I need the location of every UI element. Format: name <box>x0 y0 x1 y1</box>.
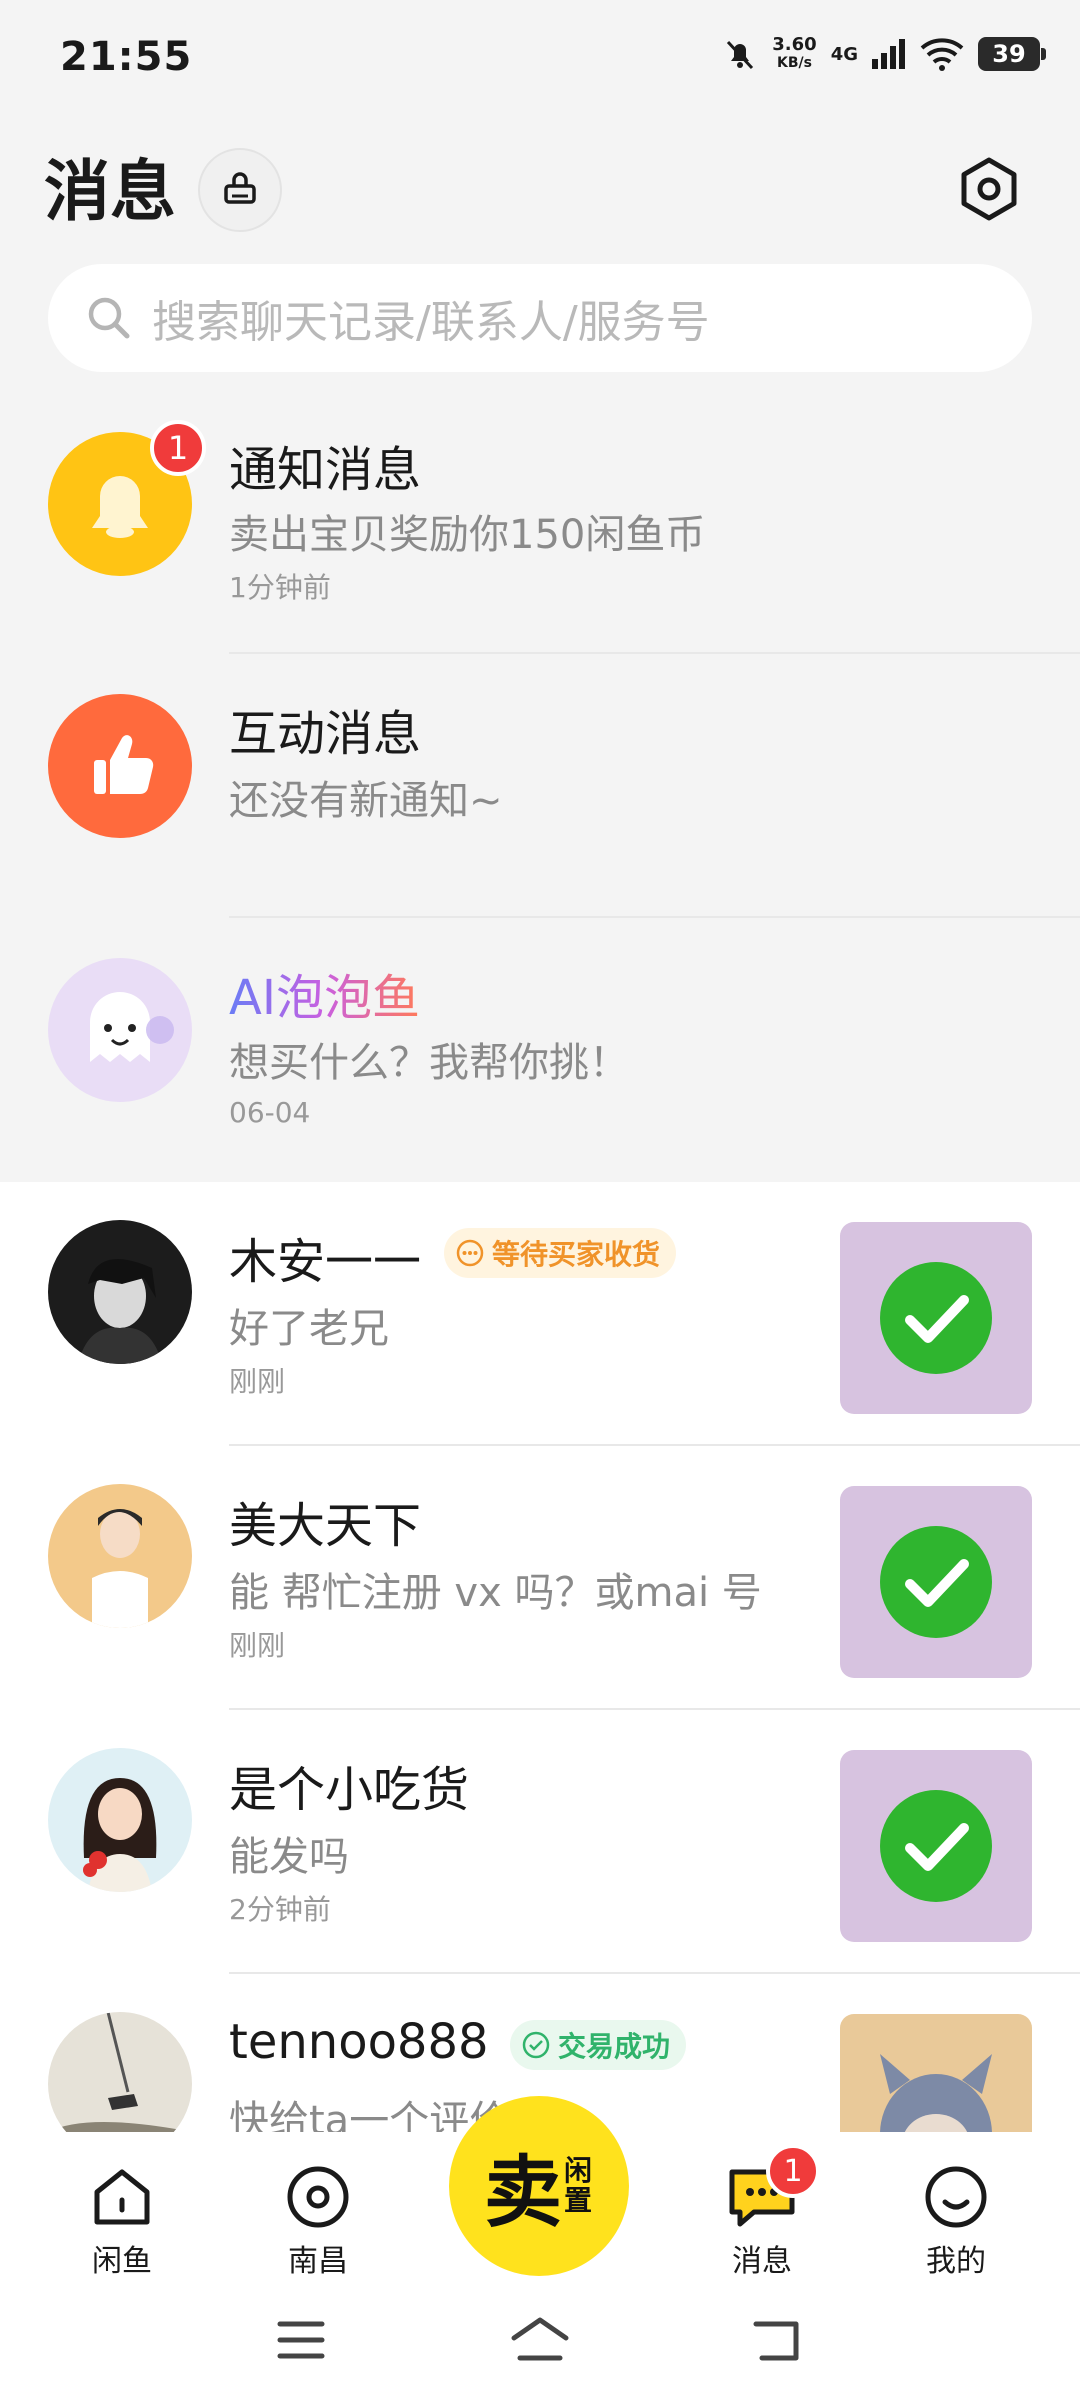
order-status-tag: 等待买家收货 <box>444 1228 677 1278</box>
nav-messages-label: 消息 <box>732 2244 792 2279</box>
row-title: 互动消息 <box>229 706 422 762</box>
anime-boy-avatar <box>78 1259 162 1364</box>
chat-row[interactable]: 木安一一 等待买家收货 好了老兄 刚刚 <box>0 1182 1080 1446</box>
smile-face-icon <box>925 2166 987 2228</box>
cartoon-cat-image <box>880 2054 992 2132</box>
signal-icon <box>872 39 905 69</box>
chat-name: 木安一一 <box>229 1234 422 1290</box>
net-speed-unit: KB/s <box>776 55 812 71</box>
user-avatar <box>48 1484 192 1628</box>
interaction-messages-row[interactable]: 互动消息 还没有新通知~ <box>0 654 1080 918</box>
cartoon-boy-avatar <box>92 1509 148 1628</box>
sell-button[interactable]: 卖 闲置 <box>449 2096 629 2276</box>
order-status-text: 交易成功 <box>558 2030 671 2063</box>
net-speed: 3.60 KB/s <box>772 36 816 72</box>
user-avatar <box>48 2012 192 2132</box>
item-thumbnail[interactable] <box>840 1750 1032 1942</box>
item-thumbnail[interactable] <box>840 2014 1032 2132</box>
sell-sub-label: 闲置 <box>564 2154 593 2217</box>
search-placeholder: 搜索聊天记录/联系人/服务号 <box>152 297 710 348</box>
network-type: 4G <box>830 43 858 65</box>
chat-message: 能 帮忙注册 vx 吗？或mai 号 <box>229 1570 762 1616</box>
broom-icon <box>224 172 256 204</box>
item-thumbnail[interactable] <box>840 1222 1032 1414</box>
nav-city-label: 南昌 <box>288 2244 348 2279</box>
status-bar: 21:55 3.60 KB/s 4G 39 <box>0 0 1080 120</box>
ai-fish-avatar <box>48 958 192 1102</box>
search-bar[interactable]: 搜索聊天记录/联系人/服务号 <box>48 264 1032 372</box>
bottom-navigation: 闲鱼 南昌 卖 闲置 消息 1 我的 <box>0 2096 1080 2282</box>
nav-messages[interactable]: 消息 1 <box>702 2144 822 2280</box>
location-icon <box>287 2166 349 2228</box>
row-title: 通知消息 <box>229 442 422 498</box>
home-system-icon[interactable] <box>510 2316 570 2364</box>
thumbs-up-icon <box>94 735 154 794</box>
sell-main-label: 卖 <box>483 2147 562 2238</box>
row-message: 想买什么？我帮你挑！ <box>229 1040 629 1086</box>
nav-mine-label: 我的 <box>926 2244 986 2279</box>
swing-photo-avatar <box>48 2012 192 2132</box>
net-speed-value: 3.60 <box>772 34 817 55</box>
chat-name: 美大天下 <box>229 1498 422 1554</box>
nav-mine[interactable]: 我的 <box>896 2162 1016 2280</box>
nav-home[interactable]: 闲鱼 <box>62 2162 182 2280</box>
item-thumbnail[interactable] <box>840 1486 1032 1678</box>
cartoon-girl-avatar <box>83 1778 157 1892</box>
gear-icon <box>961 157 1017 221</box>
chat-message: 能发吗 <box>229 1834 349 1880</box>
back-icon[interactable] <box>752 2318 804 2364</box>
ghost-fish-icon <box>90 992 174 1062</box>
nav-city[interactable]: 南昌 <box>258 2162 378 2280</box>
chat-name: tennoo888 <box>229 2014 489 2070</box>
chat-message: 好了老兄 <box>229 1306 389 1352</box>
row-time: 06-04 <box>229 1096 311 1129</box>
menu-icon[interactable] <box>276 2318 326 2362</box>
chat-message: 快给ta一个评价 <box>229 2098 510 2132</box>
chat-time: 刚刚 <box>229 1365 286 1398</box>
row-message: 卖出宝贝奖励你150闲鱼币 <box>229 512 706 558</box>
user-avatar <box>48 1748 192 1892</box>
check-circle-icon <box>880 1262 992 1374</box>
row-message: 还没有新通知~ <box>229 778 503 824</box>
interaction-avatar <box>48 694 192 838</box>
header: 消息 <box>0 120 1080 260</box>
mute-bell-icon <box>727 40 754 70</box>
check-circle-icon <box>880 1790 992 1902</box>
notification-messages-row[interactable]: 1 通知消息 卖出宝贝奖励你150闲鱼币 1分钟前 <box>0 390 1080 654</box>
home-icon <box>94 2169 150 2225</box>
user-avatar <box>48 1220 192 1364</box>
page-title: 消息 <box>44 153 176 230</box>
settings-button[interactable] <box>946 146 1032 232</box>
waiting-icon <box>456 1239 484 1267</box>
nav-home-label: 闲鱼 <box>92 2244 152 2279</box>
chat-time: 2分钟前 <box>229 1893 331 1926</box>
check-icon <box>522 2031 550 2059</box>
row-time: 1分钟前 <box>229 571 331 604</box>
chat-row[interactable]: 是个小吃货 能发吗 2分钟前 <box>0 1710 1080 1974</box>
search-icon <box>88 297 130 339</box>
chat-name: 是个小吃货 <box>229 1762 470 1818</box>
battery-indicator: 39 <box>978 37 1046 71</box>
clear-unread-button[interactable] <box>198 148 282 232</box>
wifi-icon <box>920 38 964 71</box>
chat-time: 刚刚 <box>229 1629 286 1662</box>
ai-fish-row[interactable]: AI泡泡鱼 想买什么？我帮你挑！ 06-04 <box>0 918 1080 1182</box>
status-icons: 3.60 KB/s 4G 39 <box>722 36 1046 72</box>
status-time: 21:55 <box>60 34 193 80</box>
chat-row[interactable]: 美大天下 能 帮忙注册 vx 吗？或mai 号 刚刚 <box>0 1446 1080 1710</box>
order-status-tag: 交易成功 <box>510 2020 687 2070</box>
system-navigation-bar <box>0 2282 1080 2408</box>
check-circle-icon <box>880 1526 992 1638</box>
unread-badge: 1 <box>150 420 206 476</box>
ai-fish-title: AI泡泡鱼 <box>229 958 420 1028</box>
order-status-text: 等待买家收货 <box>492 1238 661 1271</box>
messages-badge: 1 <box>766 2144 820 2198</box>
